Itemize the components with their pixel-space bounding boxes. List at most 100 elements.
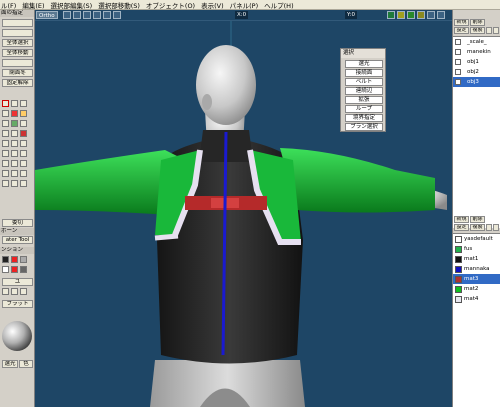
move-tool-icon[interactable] — [11, 100, 18, 107]
front-view-icon[interactable] — [427, 11, 435, 19]
object-down-icon[interactable] — [493, 27, 499, 34]
visibility-checkbox[interactable] — [455, 69, 461, 75]
select-edge-chain-button[interactable]: 連続辺 — [345, 87, 383, 95]
text-tool-icon[interactable] — [20, 140, 27, 147]
select-plan-button[interactable]: ブラン選択 — [345, 123, 383, 131]
material-item[interactable]: mat1 — [453, 254, 500, 264]
view-icon-2[interactable] — [73, 11, 81, 19]
magnet-tool-icon[interactable] — [11, 110, 18, 117]
menu-select-move[interactable]: 選択部移動(S) — [98, 0, 140, 10]
select-connected-button[interactable]: 接続面 — [345, 69, 383, 77]
menu-select-edit[interactable]: 選択部編集(S) — [51, 0, 93, 10]
color-swatch-4-icon[interactable] — [2, 266, 9, 273]
uv-tool-icon[interactable] — [20, 160, 27, 167]
bone-button-1[interactable]: 委切 — [2, 219, 33, 227]
left-button-5[interactable] — [2, 59, 33, 67]
zoom-icon[interactable] — [407, 11, 415, 19]
light-tool-icon[interactable] — [2, 160, 9, 167]
visibility-checkbox[interactable] — [455, 49, 461, 55]
material-item[interactable]: yasdefault — [453, 234, 500, 244]
view-icon-6[interactable] — [113, 11, 121, 19]
material-delete-button[interactable]: 削除 — [470, 216, 485, 223]
left-button-1[interactable] — [2, 19, 33, 27]
menu-object[interactable]: オブジェクト(O) — [146, 0, 195, 10]
hair-tool-icon[interactable] — [11, 180, 18, 187]
material-item-selected[interactable]: mat3 — [453, 274, 500, 284]
object-delete-button[interactable]: 削除 — [470, 19, 485, 26]
scale-tool-icon[interactable] — [2, 110, 9, 117]
object-item[interactable]: obj2 — [453, 67, 500, 77]
object-item[interactable]: _scale_ — [453, 37, 500, 47]
object-up-icon[interactable] — [486, 27, 492, 34]
cut-tool-icon[interactable] — [11, 150, 18, 157]
shade-option-3-icon[interactable] — [20, 288, 27, 295]
visibility-checkbox[interactable] — [455, 59, 461, 65]
camera-tool-icon[interactable] — [11, 160, 18, 167]
knife-tool-icon[interactable] — [2, 120, 9, 127]
color-swatch-5-icon[interactable] — [11, 266, 18, 273]
apply-button[interactable]: ユ — [2, 278, 33, 286]
shade-option-2-icon[interactable] — [11, 288, 18, 295]
close-face-button[interactable]: 閉面冬 — [2, 69, 33, 77]
shade-option-1-icon[interactable] — [2, 288, 9, 295]
view-icon-3[interactable] — [83, 11, 91, 19]
object-item-selected[interactable]: obj3 — [453, 77, 500, 87]
menu-view[interactable]: 表示(V) — [201, 0, 224, 10]
menu-edit[interactable]: 編集(E) — [22, 0, 44, 10]
object-settings-button[interactable]: 設定 — [454, 27, 469, 34]
select-normal-button[interactable]: 選光 — [345, 60, 383, 68]
select-loop-button[interactable]: ループ — [345, 105, 383, 113]
select-boundary-button[interactable]: 境界指定 — [345, 114, 383, 122]
color-swatch-1-icon[interactable] — [2, 256, 9, 263]
weld-tool-icon[interactable] — [20, 120, 27, 127]
view-icon-4[interactable] — [93, 11, 101, 19]
select-tool-icon[interactable] — [2, 100, 9, 107]
cloth-tool-icon[interactable] — [20, 180, 27, 187]
material-settings-button[interactable]: 設定 — [454, 224, 469, 231]
material-item[interactable]: fus — [453, 244, 500, 254]
paint-tool-icon[interactable] — [20, 110, 27, 117]
delete-tool-icon[interactable] — [20, 130, 27, 137]
object-new-button[interactable]: 新規 — [454, 19, 469, 26]
rotate-tool-icon[interactable] — [20, 100, 27, 107]
object-item[interactable]: manekin — [453, 47, 500, 57]
menu-help[interactable]: ヘルプ(H) — [264, 0, 293, 10]
material-duplicate-button[interactable]: 複製 — [470, 224, 485, 231]
material-item[interactable]: mat2 — [453, 284, 500, 294]
unfix-button[interactable]: 固定解除 — [2, 79, 33, 87]
menu-panel[interactable]: パネル(P) — [230, 0, 259, 10]
extrude-tool-icon[interactable] — [11, 120, 18, 127]
sculpt-tool-icon[interactable] — [2, 170, 9, 177]
ruler-tool-icon[interactable] — [2, 140, 9, 147]
pan-icon[interactable] — [387, 11, 395, 19]
light-color-button[interactable]: 色 — [19, 360, 33, 368]
material-new-button[interactable]: 新規 — [454, 216, 469, 223]
ortho-view-button[interactable]: Ortho — [36, 11, 58, 19]
snap-tool-icon[interactable] — [2, 150, 9, 157]
view-icon-5[interactable] — [103, 11, 111, 19]
object-item[interactable]: obj1 — [453, 57, 500, 67]
3d-viewport[interactable]: Ortho X:0 Y:0 選択 選光 接続面 ベルト 連続辺 拡張 ループ 境… — [35, 10, 452, 407]
select-belt-button[interactable]: ベルト — [345, 78, 383, 86]
select-expand-button[interactable]: 拡張 — [345, 96, 383, 104]
menu-file[interactable]: ル(F) — [1, 0, 16, 10]
tool-button[interactable]: ater Tool — [2, 236, 33, 244]
rotate-view-icon[interactable] — [397, 11, 405, 19]
loop-tool-icon[interactable] — [20, 150, 27, 157]
flat-button[interactable]: フラット — [2, 300, 33, 308]
plugin-tool-icon[interactable] — [2, 180, 9, 187]
mirror-tool-icon[interactable] — [2, 130, 9, 137]
bone-tool-icon[interactable] — [11, 170, 18, 177]
color-swatch-6-icon[interactable] — [20, 266, 27, 273]
color-swatch-2-icon[interactable] — [11, 256, 18, 263]
view-icon-1[interactable] — [63, 11, 71, 19]
side-view-icon[interactable] — [437, 11, 445, 19]
bevel-tool-icon[interactable] — [11, 130, 18, 137]
visibility-checkbox[interactable] — [455, 79, 461, 85]
material-down-icon[interactable] — [493, 224, 499, 231]
material-up-icon[interactable] — [486, 224, 492, 231]
reset-light-button[interactable]: 選光 — [2, 360, 18, 368]
select-all-button[interactable]: 全体選択 — [2, 39, 33, 47]
material-item[interactable]: mannaka — [453, 264, 500, 274]
morph-tool-icon[interactable] — [20, 170, 27, 177]
